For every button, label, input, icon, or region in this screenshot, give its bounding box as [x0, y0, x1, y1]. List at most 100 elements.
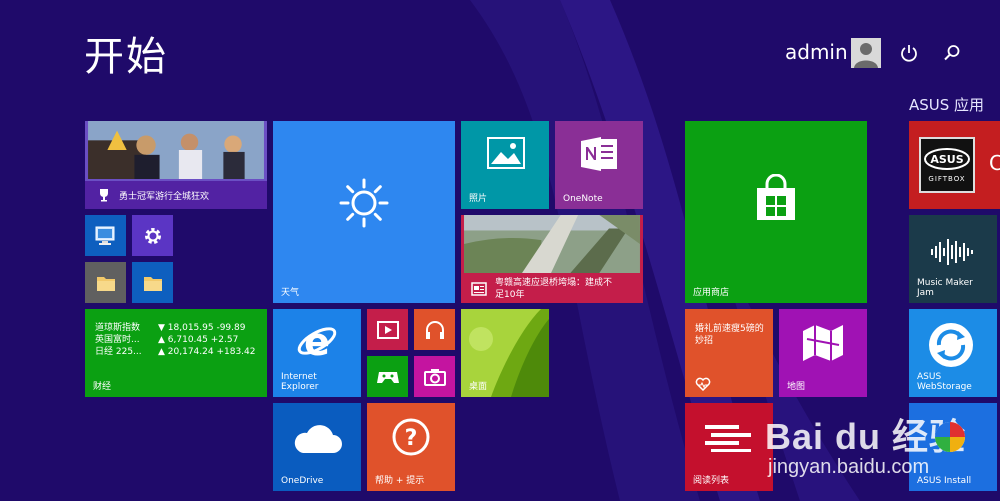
folder-icon: [96, 276, 115, 291]
news-headline-line2: 足10年: [495, 290, 525, 300]
tile-internet-explorer[interactable]: e Internet Explorer: [273, 309, 361, 397]
help-label: 帮助 + 提示: [375, 476, 425, 486]
shopping-bag-icon: [757, 174, 795, 221]
maps-label: 地图: [787, 382, 806, 392]
tile-music-maker-jam[interactable]: Music Maker Jam: [909, 215, 997, 303]
reading-list-label: 阅读列表: [693, 476, 730, 486]
finance-row: 英国富时... ▲ 6,710.45 +2.57: [95, 335, 238, 346]
finance-label: 财经: [93, 382, 112, 392]
search-icon: [944, 45, 960, 61]
tile-video[interactable]: [367, 309, 408, 350]
giftbox-letter: C: [989, 151, 1000, 175]
group-label-asus: ASUS 应用: [909, 96, 985, 114]
ie-label-line2: Explorer: [281, 382, 319, 392]
weather-label: 天气: [281, 288, 300, 298]
tile-finance[interactable]: 道琼斯指数 ▼ 18,015.95 -99.89 英国富时... ▲ 6,710…: [85, 309, 267, 397]
finance-index-value: 18,015.95 -99.89: [167, 323, 246, 333]
sports-caption-bar: 勇士冠军游行全城狂欢: [85, 181, 267, 209]
music-maker-label-line2: Jam: [917, 288, 934, 298]
question-icon: ?: [392, 418, 430, 456]
tile-health[interactable]: 婚礼前速瘦5磅的 妙招: [685, 309, 773, 397]
onenote-icon: [581, 137, 617, 171]
ie-logo-icon: e: [297, 320, 337, 363]
newspaper-icon: [471, 282, 487, 296]
tile-maps[interactable]: 地图: [779, 309, 867, 397]
sync-icon: [929, 323, 973, 367]
store-label: 应用商店: [693, 288, 730, 298]
health-headline: 婚礼前速瘦5磅的 妙招: [695, 323, 764, 347]
finance-index-value: 6,710.45 +2.57: [167, 335, 239, 345]
onedrive-label: OneDrive: [281, 476, 324, 486]
tile-games[interactable]: [367, 356, 408, 397]
giftbox-logo: ASUS GIFTBOX: [919, 137, 975, 193]
tile-sports[interactable]: 勇士冠军游行全城狂欢: [85, 121, 267, 209]
webstorage-label-line2: WebStorage: [917, 382, 972, 392]
tile-onedrive[interactable]: OneDrive: [273, 403, 361, 491]
tile-asus-giftbox[interactable]: ASUS GIFTBOX C: [909, 121, 1000, 209]
folder-icon: [143, 276, 162, 291]
search-button[interactable]: [941, 42, 963, 64]
music-maker-label-line1: Music Maker: [917, 278, 973, 288]
music-maker-label: Music Maker Jam: [917, 278, 973, 298]
sun-icon: [339, 178, 389, 228]
video-icon: [376, 320, 399, 339]
svg-text:?: ?: [405, 426, 418, 451]
tile-camera[interactable]: [414, 356, 455, 397]
avatar[interactable]: [851, 38, 881, 68]
finance-row: 日经 225... ▲ 20,174.24 +183.42: [95, 347, 256, 358]
news-headline-line1: 粤赣高速应退桥垮塌：建成不: [495, 278, 613, 288]
tile-file-explorer[interactable]: [85, 262, 126, 303]
ie-label-line1: Internet: [281, 372, 317, 382]
tile-folder[interactable]: [132, 262, 173, 303]
giftbox-label: GIFTBOX: [928, 175, 966, 183]
news-caption-bar: 粤赣高速应退桥垮塌：建成不 足10年: [461, 275, 643, 303]
tile-help-tips[interactable]: ? 帮助 + 提示: [367, 403, 455, 491]
heart-rate-icon: [695, 377, 711, 391]
finance-arrow: ▲: [158, 335, 165, 345]
tile-this-pc[interactable]: [85, 215, 126, 256]
audio-wave-icon: [931, 239, 973, 265]
xbox-controller-icon: [376, 371, 399, 383]
power-button[interactable]: [898, 42, 920, 64]
sports-photo: [88, 121, 264, 179]
camera-icon: [423, 368, 446, 386]
tile-music[interactable]: [414, 309, 455, 350]
reading-list-icon: [705, 425, 751, 452]
svg-text:ASUS: ASUS: [930, 153, 963, 166]
user-name[interactable]: admin: [785, 40, 848, 64]
finance-index-value: 20,174.24 +183.42: [167, 347, 256, 357]
page-title: 开始: [84, 34, 168, 80]
tile-news[interactable]: 粤赣高速应退桥垮塌：建成不 足10年: [461, 215, 643, 303]
finance-arrow: ▲: [158, 347, 165, 357]
webstorage-label-line1: ASUS: [917, 372, 942, 382]
sports-caption: 勇士冠军游行全城狂欢: [119, 192, 210, 202]
tile-settings[interactable]: [132, 215, 173, 256]
news-photo: [464, 215, 640, 273]
gear-icon: [144, 227, 161, 244]
tile-reading-list[interactable]: 阅读列表: [685, 403, 773, 491]
ie-label: Internet Explorer: [281, 372, 318, 392]
health-headline-line2: 妙招: [695, 336, 714, 346]
tile-store[interactable]: 应用商店: [685, 121, 867, 303]
onenote-label: OneNote: [563, 194, 603, 204]
photo-icon: [487, 137, 525, 169]
cloud-icon: [294, 425, 342, 453]
webstorage-label: ASUS WebStorage: [917, 372, 972, 392]
trophy-icon: [100, 189, 108, 202]
finance-index-name: 日经 225...: [95, 347, 142, 357]
desktop-label: 桌面: [469, 382, 488, 392]
tile-asus-webstorage[interactable]: ASUS WebStorage: [909, 309, 997, 397]
map-icon: [803, 325, 843, 361]
finance-arrow: ▼: [158, 323, 165, 333]
tile-desktop[interactable]: 桌面: [461, 309, 549, 397]
power-icon: [901, 45, 917, 62]
tile-onenote[interactable]: OneNote: [555, 121, 643, 209]
tile-photos[interactable]: 照片: [461, 121, 549, 209]
svg-text:e: e: [304, 320, 330, 363]
tile-weather[interactable]: 天气: [273, 121, 455, 303]
asus-logo-icon: ASUS: [924, 148, 970, 170]
finance-row: 道琼斯指数 ▼ 18,015.95 -99.89: [95, 323, 245, 334]
finance-index-name: 英国富时...: [95, 335, 140, 345]
photos-label: 照片: [469, 194, 488, 204]
headphones-icon: [425, 320, 444, 339]
